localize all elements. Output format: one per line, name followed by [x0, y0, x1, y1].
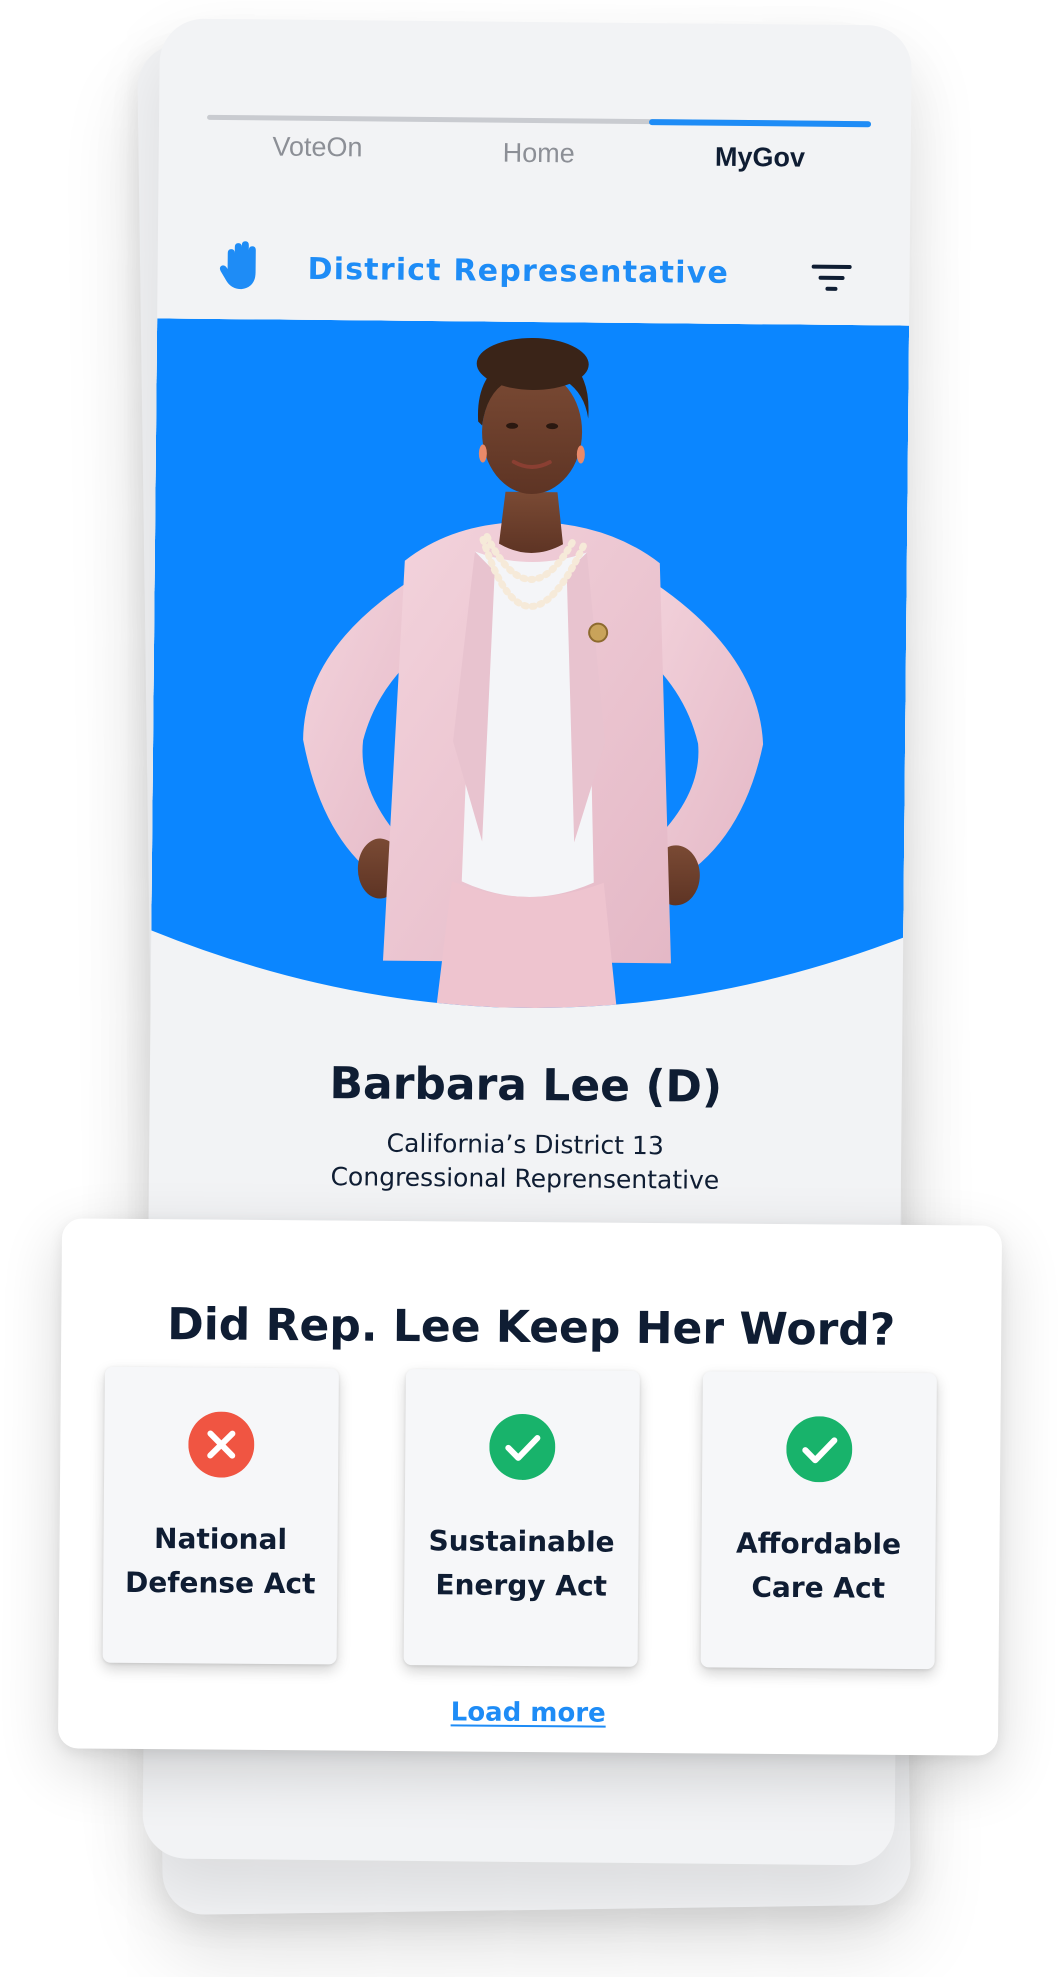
keep-word-card: Did Rep. Lee Keep Her Word? National Def…	[57, 1218, 1003, 1756]
check-circle-icon	[786, 1416, 853, 1483]
keep-word-title: Did Rep. Lee Keep Her Word?	[166, 1299, 896, 1356]
x-circle-icon	[188, 1411, 255, 1478]
tab-mygov[interactable]: MyGov	[649, 135, 871, 174]
app-mockup: VoteOn Home MyGov District Representativ…	[0, 0, 1061, 1977]
bill-card-national-defense[interactable]: National Defense Act	[102, 1366, 339, 1665]
bill-name: National Defense Act	[124, 1522, 316, 1601]
representative-name: Barbara Lee (D)	[329, 1058, 723, 1113]
header-title: District Representative	[307, 251, 730, 291]
representative-photo	[150, 318, 910, 1045]
tab-bar: VoteOn Home MyGov	[206, 114, 872, 211]
bill-name: Sustainable Energy Act	[428, 1524, 615, 1603]
filter-icon[interactable]	[811, 264, 852, 295]
representative-role: Congressional Reprensentative	[330, 1162, 720, 1195]
tab-home[interactable]: Home	[428, 133, 650, 172]
page-header: District Representative	[157, 228, 910, 315]
bill-card-sustainable-energy[interactable]: Sustainable Energy Act	[403, 1369, 640, 1667]
representative-district: California’s District 13	[386, 1128, 664, 1161]
bill-card-affordable-care[interactable]: Affordable Care Act	[700, 1371, 937, 1670]
tab-active-indicator	[648, 119, 872, 128]
check-circle-icon	[489, 1413, 556, 1481]
tab-voteon[interactable]: VoteOn	[207, 131, 429, 170]
raised-hand-icon[interactable]	[217, 239, 263, 291]
bill-name: Affordable Care Act	[735, 1526, 902, 1605]
load-more-link[interactable]: Load more	[58, 1694, 998, 1731]
